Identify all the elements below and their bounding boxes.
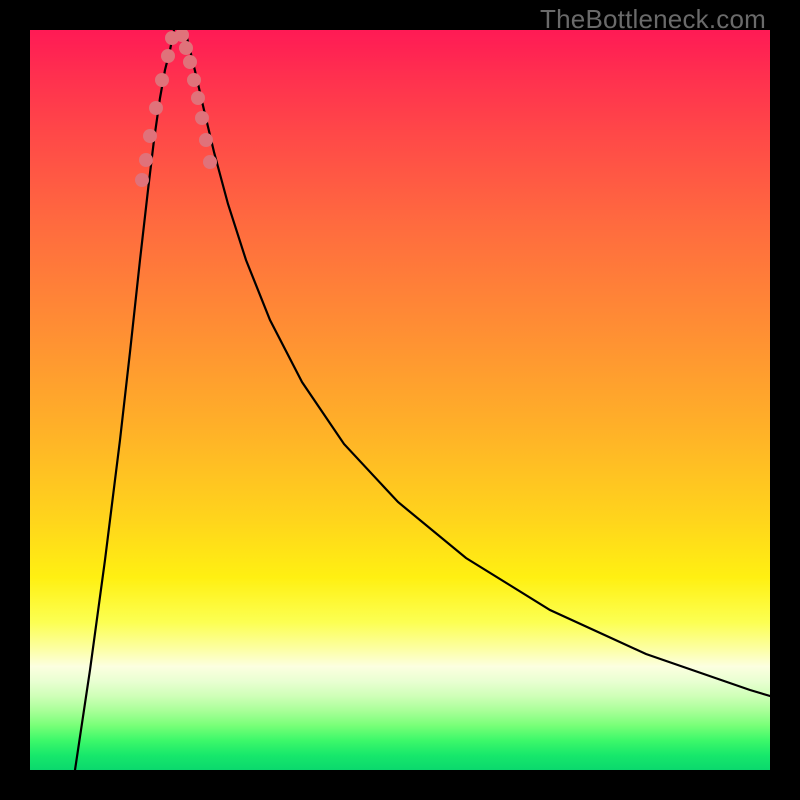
curve-group xyxy=(75,30,770,770)
marker-dot xyxy=(191,91,205,105)
curve-right-branch xyxy=(185,30,770,696)
marker-dot xyxy=(135,173,149,187)
chart-svg xyxy=(30,30,770,770)
marker-dot xyxy=(187,73,201,87)
marker-dot xyxy=(203,155,217,169)
chart-frame: TheBottleneck.com xyxy=(0,0,800,800)
marker-dot xyxy=(195,111,209,125)
marker-dot xyxy=(143,129,157,143)
marker-dot xyxy=(183,55,197,69)
chart-plot-area xyxy=(30,30,770,770)
marker-dot xyxy=(139,153,153,167)
attribution-label: TheBottleneck.com xyxy=(540,4,766,35)
marker-dot xyxy=(179,41,193,55)
marker-dot xyxy=(155,73,169,87)
marker-dot xyxy=(161,49,175,63)
marker-dot xyxy=(149,101,163,115)
curve-left-branch xyxy=(75,30,174,770)
marker-dot xyxy=(199,133,213,147)
